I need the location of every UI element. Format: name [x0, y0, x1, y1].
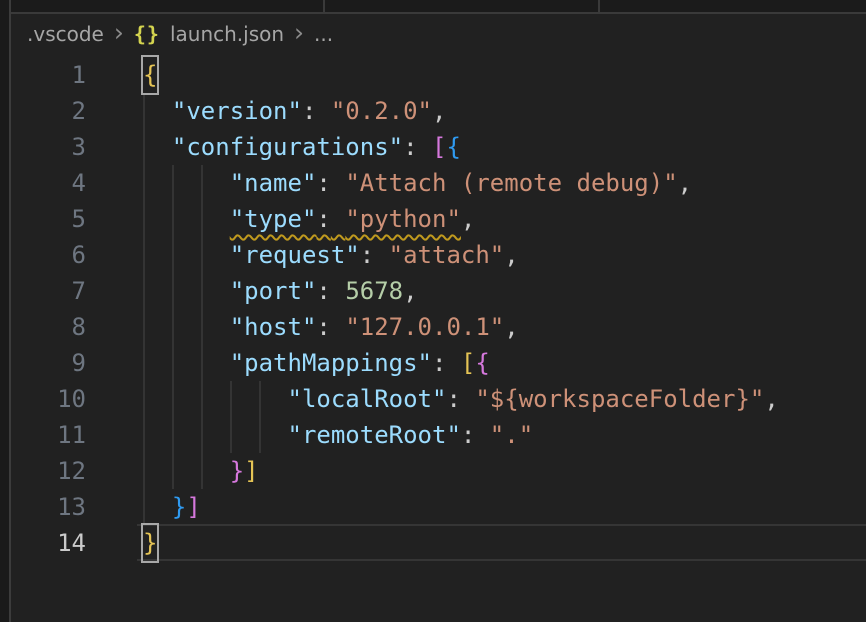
- code-line[interactable]: 6 "request": "attach",: [11, 237, 866, 273]
- line-number[interactable]: 3: [11, 129, 86, 165]
- code-text: "localRoot": "${workspaceFolder}",: [143, 381, 779, 417]
- code-line[interactable]: 12 }]: [11, 453, 866, 489]
- code-text: {: [143, 57, 157, 93]
- code-line[interactable]: 13 }]: [11, 489, 866, 525]
- line-number[interactable]: 7: [11, 273, 86, 309]
- code-line[interactable]: 8 "host": "127.0.0.1",: [11, 309, 866, 345]
- line-number[interactable]: 13: [11, 489, 86, 525]
- line-number[interactable]: 10: [11, 381, 86, 417]
- code-text: "type": "python",: [143, 201, 475, 237]
- code-line[interactable]: 5 "type": "python",: [11, 201, 866, 237]
- line-number[interactable]: 4: [11, 165, 86, 201]
- vscode-window: .vscode › {} launch.json › ... 1{2 "vers…: [0, 0, 866, 622]
- line-number[interactable]: 9: [11, 345, 86, 381]
- line-number[interactable]: 2: [11, 93, 86, 129]
- line-number[interactable]: 14: [11, 525, 86, 561]
- matched-bracket: }: [143, 525, 157, 561]
- code-line[interactable]: 7 "port": 5678,: [11, 273, 866, 309]
- code-text: }]: [143, 453, 259, 489]
- code-text: "configurations": [{: [143, 129, 461, 165]
- code-text: "request": "attach",: [143, 237, 519, 273]
- code-text: "name": "Attach (remote debug)",: [143, 165, 692, 201]
- line-number[interactable]: 12: [11, 453, 86, 489]
- line-number[interactable]: 1: [11, 57, 86, 93]
- code-editor[interactable]: 1{2 "version": "0.2.0",3 "configurations…: [0, 0, 866, 622]
- code-text: "pathMappings": [{: [143, 345, 490, 381]
- line-number[interactable]: 11: [11, 417, 86, 453]
- code-line[interactable]: 9 "pathMappings": [{: [11, 345, 866, 381]
- matched-bracket: {: [143, 57, 157, 93]
- code-text: "port": 5678,: [143, 273, 418, 309]
- code-line[interactable]: 3 "configurations": [{: [11, 129, 866, 165]
- code-line[interactable]: 1{: [11, 57, 866, 93]
- code-text: }: [143, 525, 157, 561]
- code-line[interactable]: 4 "name": "Attach (remote debug)",: [11, 165, 866, 201]
- code-line[interactable]: 2 "version": "0.2.0",: [11, 93, 866, 129]
- line-number[interactable]: 6: [11, 237, 86, 273]
- line-number[interactable]: 8: [11, 309, 86, 345]
- code-line[interactable]: 10 "localRoot": "${workspaceFolder}",: [11, 381, 866, 417]
- code-text: "host": "127.0.0.1",: [143, 309, 519, 345]
- code-line[interactable]: 11 "remoteRoot": ".": [11, 417, 866, 453]
- code-line[interactable]: 14}: [11, 525, 866, 561]
- code-text: "remoteRoot": ".": [143, 417, 533, 453]
- code-text: }]: [143, 489, 201, 525]
- code-text: "version": "0.2.0",: [143, 93, 446, 129]
- warning-squiggle: "type": "python": [230, 205, 461, 233]
- line-number[interactable]: 5: [11, 201, 86, 237]
